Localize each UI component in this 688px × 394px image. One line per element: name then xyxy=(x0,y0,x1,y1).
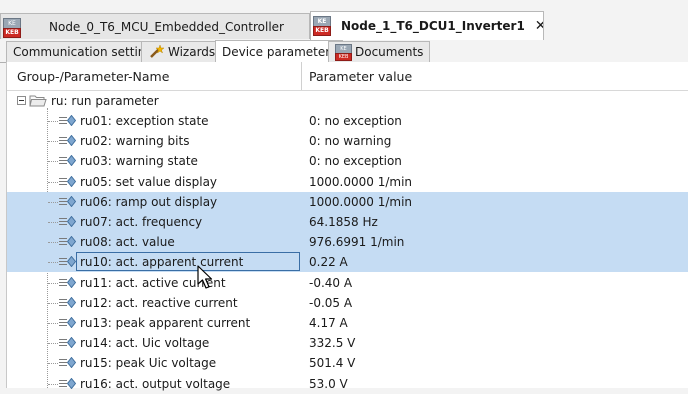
parameter-row[interactable]: ru13: peak apparent current 4.17 A xyxy=(7,313,688,333)
parameter-value[interactable]: -0.40 A xyxy=(309,276,352,290)
parameter-icon xyxy=(59,356,77,370)
tab-device-parameters[interactable]: Device parameters xyxy=(215,40,344,63)
parameter-name: ru12: act. reactive current xyxy=(80,296,238,310)
parameter-value[interactable]: 1000.0000 1/min xyxy=(309,195,412,209)
parameter-name: ru03: warning state xyxy=(80,154,198,168)
tree-connector xyxy=(48,262,58,263)
parameter-name: ru14: act. Uic voltage xyxy=(80,336,210,350)
parameter-row[interactable]: ru07: act. frequency 64.1858 Hz xyxy=(7,212,688,232)
kebus-node-icon: KE KEB xyxy=(3,18,21,38)
tab-label: Communication settings xyxy=(13,45,160,59)
tree-connector xyxy=(48,202,58,203)
parameter-value[interactable]: -0.05 A xyxy=(309,296,352,310)
collapse-icon[interactable] xyxy=(17,96,26,105)
tree-connector xyxy=(48,343,58,344)
parameter-value[interactable]: 0: no warning xyxy=(309,134,391,148)
group-row-ru[interactable]: ru: run parameter xyxy=(7,91,688,111)
close-icon[interactable]: ✕ xyxy=(535,18,543,34)
tab-label: Device parameters xyxy=(222,45,337,59)
parameter-icon xyxy=(59,215,77,229)
sub-tab-strip: Communication settings Wizards Device pa… xyxy=(0,40,688,63)
parameter-icon xyxy=(59,175,77,189)
parameter-icon xyxy=(59,154,77,168)
parameter-tree-grid[interactable]: Group-/Parameter-Name Parameter value ru… xyxy=(6,62,688,391)
parameter-value[interactable]: 976.6991 1/min xyxy=(309,235,404,249)
parameter-icon xyxy=(59,235,77,249)
parameter-name: ru06: ramp out display xyxy=(80,195,218,209)
parameter-row[interactable]: ru15: peak Uic voltage 501.4 V xyxy=(7,353,688,373)
parameter-name: ru01: exception state xyxy=(80,114,209,128)
tree-connector xyxy=(48,141,58,142)
tree-connector xyxy=(48,182,58,183)
tree-connector xyxy=(48,222,58,223)
parameter-name: ru15: peak Uic voltage xyxy=(80,356,217,370)
parameter-icon xyxy=(59,316,77,330)
parameter-icon xyxy=(59,255,77,269)
grid-header: Group-/Parameter-Name Parameter value xyxy=(7,62,688,91)
parameter-row[interactable]: ru12: act. reactive current -0.05 A xyxy=(7,293,688,313)
parameter-row[interactable]: ru02: warning bits 0: no warning xyxy=(7,131,688,151)
parameter-value[interactable]: 0.22 A xyxy=(309,255,348,269)
group-label: ru: run parameter xyxy=(51,94,159,108)
parameter-row[interactable]: ru14: act. Uic voltage 332.5 V xyxy=(7,333,688,353)
tree-connector xyxy=(48,363,58,364)
parameter-icon xyxy=(59,296,77,310)
parameter-row[interactable]: ru16: act. output voltage 53.0 V xyxy=(7,374,688,394)
parameter-value[interactable]: 64.1858 Hz xyxy=(309,215,378,229)
parameter-name: ru13: peak apparent current xyxy=(80,316,251,330)
node-tab-strip: KE KEB Node_0_T6_MCU_Embedded_Controller … xyxy=(0,0,688,40)
parameter-row[interactable]: ru01: exception state 0: no exception xyxy=(7,111,688,131)
mouse-cursor-icon xyxy=(197,265,217,291)
tree-connector xyxy=(48,323,58,324)
folder-open-icon xyxy=(29,93,47,108)
parameter-name: ru07: act. frequency xyxy=(80,215,203,229)
parameter-name: ru02: warning bits xyxy=(80,134,190,148)
parameter-row[interactable]: ru10: act. apparent current 0.22 A xyxy=(7,252,688,272)
tree-connector xyxy=(48,283,58,284)
tree-connector xyxy=(48,242,58,243)
tab-label: Wizards xyxy=(168,45,216,59)
tab-documents[interactable]: KE KEB Documents xyxy=(328,41,431,62)
column-header-name[interactable]: Group-/Parameter-Name xyxy=(17,69,169,84)
parameter-icon xyxy=(59,195,77,209)
parameter-row[interactable]: ru11: act. active current -0.40 A xyxy=(7,273,688,293)
parameter-value[interactable]: 332.5 V xyxy=(309,336,355,350)
column-header-value[interactable]: Parameter value xyxy=(309,69,412,84)
parameter-row[interactable]: ru05: set value display 1000.0000 1/min xyxy=(7,172,688,192)
parameter-value[interactable]: 4.17 A xyxy=(309,316,348,330)
parameter-value[interactable]: 501.4 V xyxy=(309,356,355,370)
tree-connector xyxy=(48,161,58,162)
parameter-name: ru08: act. value xyxy=(80,235,175,249)
parameter-name: ru10: act. apparent current xyxy=(80,255,244,269)
parameter-icon xyxy=(59,377,77,391)
kebus-node-icon: KE KEB xyxy=(313,16,331,36)
parameter-row[interactable]: ru08: act. value 976.6991 1/min xyxy=(7,232,688,252)
parameter-value[interactable]: 1000.0000 1/min xyxy=(309,175,412,189)
column-divider[interactable] xyxy=(301,62,302,90)
parameter-icon xyxy=(59,114,77,128)
parameter-row[interactable]: ru06: ramp out display 1000.0000 1/min xyxy=(7,192,688,212)
node-tab-0[interactable]: KE KEB Node_0_T6_MCU_Embedded_Controller xyxy=(0,13,310,39)
parameter-icon xyxy=(59,134,77,148)
node-tab-1[interactable]: KEKEB Node_1_T6_DCU1_Inverter1 ✕ xyxy=(310,11,544,40)
tree-connector xyxy=(48,384,58,385)
tree-connector xyxy=(48,303,58,304)
parameter-name: ru16: act. output voltage xyxy=(80,377,231,391)
node-tab-label: Node_1_T6_DCU1_Inverter1 xyxy=(341,19,525,33)
tree-connector xyxy=(48,121,58,122)
parameter-row[interactable]: ru03: warning state 0: no exception xyxy=(7,151,688,171)
tab-label: Documents xyxy=(355,45,424,59)
parameter-value[interactable]: 0: no exception xyxy=(309,114,402,128)
parameter-icon xyxy=(59,276,77,290)
parameter-icon xyxy=(59,336,77,350)
wand-icon xyxy=(148,44,165,60)
parameter-value[interactable]: 0: no exception xyxy=(309,154,402,168)
node-tab-label: Node_0_T6_MCU_Embedded_Controller xyxy=(49,19,284,34)
kebus-icon: KE KEB xyxy=(335,44,352,61)
parameter-value[interactable]: 53.0 V xyxy=(309,377,348,391)
parameter-name: ru05: set value display xyxy=(80,175,218,189)
tab-wizards[interactable]: Wizards xyxy=(141,41,223,62)
